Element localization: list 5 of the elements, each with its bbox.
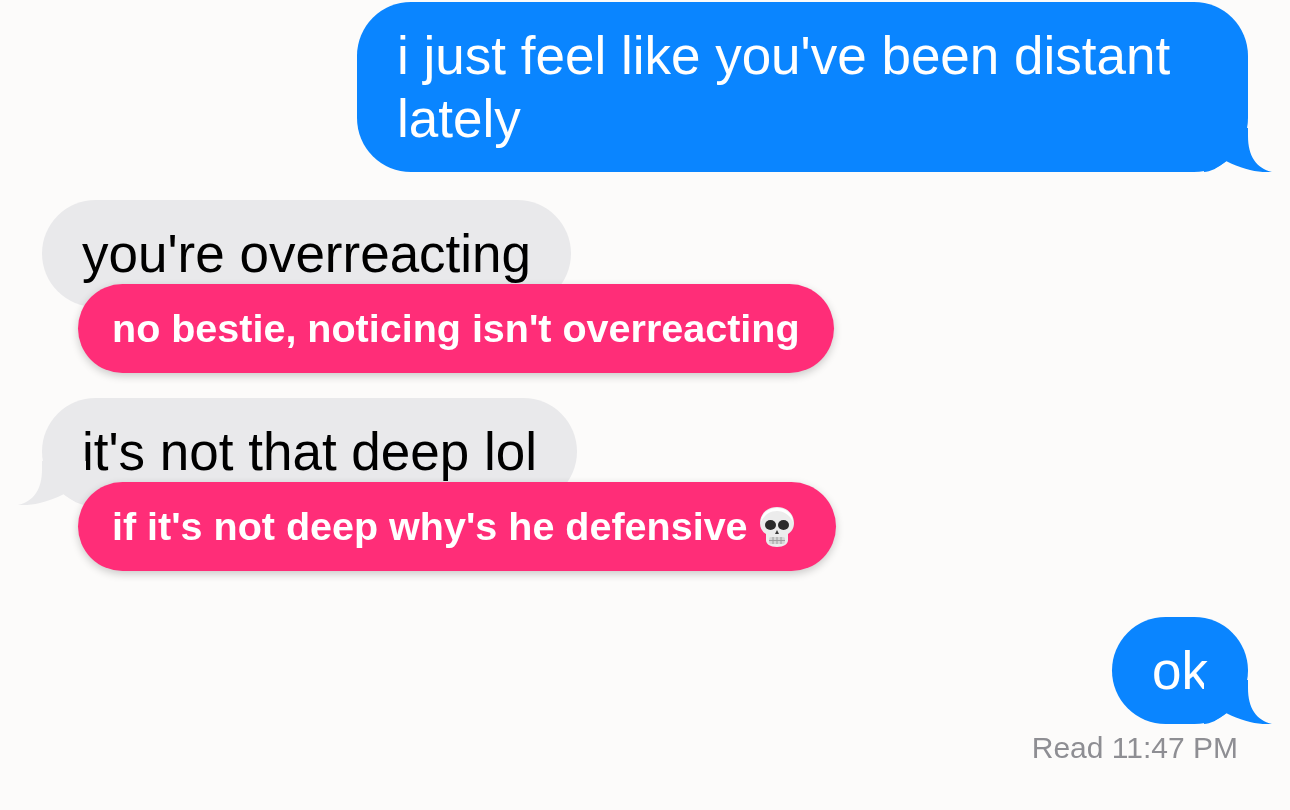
sent-message-bubble: i just feel like you've been distant lately [357,2,1248,172]
annotation-text: if it's not deep why's he defensive [112,503,748,550]
skull-icon [759,506,794,547]
annotation-text: no bestie, noticing isn't overreacting [112,305,800,352]
read-receipt: Read 11:47 PM [1031,730,1238,766]
